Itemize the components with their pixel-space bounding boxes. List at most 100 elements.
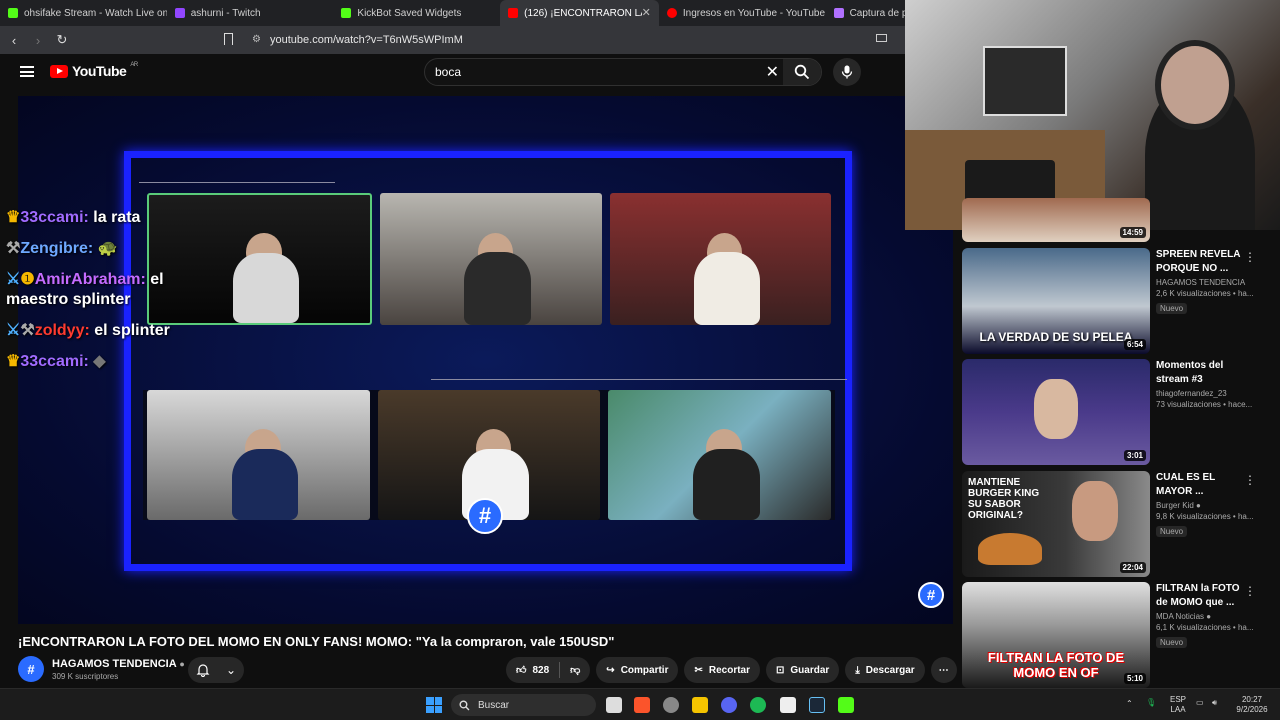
capcut-icon[interactable]	[780, 697, 796, 713]
taskbar-search[interactable]: Buscar	[451, 694, 596, 716]
pickaxe-icon: ⚒	[6, 239, 21, 257]
badge-icon: ❶	[20, 270, 35, 288]
steam-icon[interactable]	[809, 697, 825, 713]
chat-message: ⚒Zengibre: 🐢	[6, 239, 216, 260]
clock[interactable]: 20:27 9/2/2026	[1232, 695, 1272, 714]
brave-icon[interactable]	[634, 697, 650, 713]
tab-label: ohsifake Stream - Watch Live on	[24, 7, 167, 19]
video-frame-border: #	[124, 151, 852, 571]
channel-name[interactable]: thiagofernandez_23	[1156, 389, 1252, 398]
video-title[interactable]: CUAL ES EL MAYOR ...	[1156, 471, 1252, 498]
close-tab-icon[interactable]: ✕	[642, 6, 651, 19]
person	[464, 252, 531, 325]
voice-search-button[interactable]	[833, 58, 861, 86]
related-video[interactable]: FILTRAN LA FOTO DE MOMO EN OF 5:10 FILTR…	[962, 582, 1280, 690]
channel-name[interactable]: HAGAMOS TENDENCIA ●	[52, 658, 185, 670]
channel-name[interactable]: MDA Noticias ●	[1156, 612, 1252, 621]
youtube-logo[interactable]: YouTube AR	[50, 62, 138, 79]
clip-label: Recortar	[708, 664, 751, 676]
channel-name[interactable]: Burger Kid ●	[1156, 501, 1252, 510]
cast-icon[interactable]	[876, 34, 887, 42]
tab-youtube-video[interactable]: (126) ¡ENCONTRARON LA FO✕	[500, 0, 659, 26]
scissors-icon: ✂	[694, 664, 703, 676]
tray-expand-icon[interactable]: ⌃	[1126, 699, 1133, 709]
video-title[interactable]: FILTRAN la FOTO de MOMO que ...	[1156, 582, 1252, 609]
discord-icon[interactable]	[721, 697, 737, 713]
back-icon[interactable]: ‹	[4, 33, 24, 48]
streamer-cam	[608, 390, 832, 520]
obs-icon[interactable]	[663, 697, 679, 713]
forward-icon[interactable]: ›	[28, 33, 48, 48]
video-thumbnail[interactable]: FILTRAN LA FOTO DE MOMO EN OF 5:10	[962, 582, 1150, 688]
url-field[interactable]: ⚙ youtube.com/watch?v=T6nW5sWPImM	[244, 30, 884, 50]
search-input[interactable]: boca ✕	[424, 58, 822, 86]
kick-icon[interactable]	[838, 697, 854, 713]
kickbot-icon	[341, 8, 352, 18]
webcam-overlay	[905, 0, 1280, 230]
more-icon: ⋯	[938, 664, 949, 676]
language-indicator[interactable]: ESP LAA	[1170, 695, 1186, 714]
task-view-icon[interactable]	[606, 697, 622, 713]
video-title[interactable]: SPREEN REVELA PORQUE NO ...	[1156, 248, 1252, 275]
logo-text: YouTube	[72, 63, 127, 79]
microphone-icon[interactable]: 🎙︎	[1146, 698, 1156, 708]
video-thumbnail[interactable]: LA VERDAD DE SU PELEA 6:54	[962, 248, 1150, 354]
notification-bell-button[interactable]: ⌄	[188, 657, 244, 683]
spotify-icon[interactable]	[750, 697, 766, 713]
download-button[interactable]: ⤓ Descargar	[845, 657, 925, 683]
channel-avatar[interactable]: #	[18, 656, 44, 682]
tab-kickbot[interactable]: KickBot Saved Widgets	[333, 0, 500, 26]
more-options-icon[interactable]: ⋮	[1244, 473, 1256, 487]
more-actions-button[interactable]: ⋯	[930, 657, 957, 683]
verified-icon: ●	[179, 658, 185, 669]
channel-branding-icon[interactable]: #	[918, 582, 944, 608]
network-icon[interactable]: ▭	[1196, 698, 1204, 708]
video-title[interactable]: Momentos del stream #3	[1156, 359, 1252, 386]
thumbs-up-icon: 👍︎	[516, 665, 527, 676]
video-thumbnail[interactable]: 3:01	[962, 359, 1150, 465]
streamer-cam	[147, 390, 370, 520]
windows-start-icon[interactable]	[426, 697, 442, 713]
related-video[interactable]: 3:01 Momentos del stream #3 thiagofernan…	[962, 359, 1280, 467]
bookmark-icon[interactable]	[224, 33, 233, 45]
chat-message: ♛33ccami: ◆	[6, 352, 216, 373]
tab-label: Ingresos en YouTube - YouTube Stud	[682, 7, 826, 19]
clear-search-icon[interactable]: ✕	[766, 62, 779, 82]
like-button[interactable]: 👍︎ 828 👎︎	[506, 657, 591, 683]
clip-button[interactable]: ✂ Recortar	[684, 657, 761, 683]
new-badge: Nuevo	[1156, 526, 1188, 537]
video-thumbnail[interactable]: 14:59	[962, 198, 1150, 242]
menu-icon[interactable]	[20, 66, 34, 77]
related-video[interactable]: MANTIENE BURGER KING SU SABOR ORIGINAL? …	[962, 471, 1280, 579]
search-button[interactable]	[783, 59, 821, 85]
duration-badge: 14:59	[1119, 227, 1146, 238]
more-options-icon[interactable]: ⋮	[1244, 584, 1256, 598]
chat-username: 33ccami:	[20, 352, 89, 370]
share-button[interactable]: ↪ Compartir	[596, 657, 679, 683]
more-options-icon[interactable]: ⋮	[1244, 250, 1256, 264]
divider	[559, 662, 561, 678]
verified-icon: ●	[1196, 501, 1201, 510]
file-explorer-icon[interactable]	[692, 697, 708, 713]
save-button[interactable]: ⊡ Guardar	[766, 657, 840, 683]
thumbs-down-icon[interactable]: 👎︎	[570, 664, 580, 676]
view-count: 2,6 K visualizaciones • ha...	[1156, 289, 1254, 298]
video-thumbnail[interactable]: MANTIENE BURGER KING SU SABOR ORIGINAL? …	[962, 471, 1150, 577]
tab-youtube-studio[interactable]: Ingresos en YouTube - YouTube Stud	[659, 0, 826, 26]
video-meta: SPREEN REVELA PORQUE NO ... HAGAMOS TEND…	[1156, 248, 1254, 316]
poster	[983, 46, 1067, 116]
tab-label: (126) ¡ENCONTRARON LA FO	[524, 7, 642, 19]
tab-captura[interactable]: Captura de pant	[826, 0, 905, 26]
chat-username: zoldyy:	[34, 322, 90, 340]
tab-kick-ohsifake[interactable]: ohsifake Stream - Watch Live on	[0, 0, 167, 26]
related-video[interactable]: 14:59	[962, 198, 1280, 242]
tab-twitch-ashurni[interactable]: ashurni - Twitch	[167, 0, 334, 26]
download-label: Descargar	[865, 664, 915, 676]
volume-icon[interactable]: 🔊︎	[1212, 698, 1217, 708]
related-video[interactable]: LA VERDAD DE SU PELEA 6:54 SPREEN REVELA…	[962, 248, 1280, 356]
reload-icon[interactable]: ↻	[52, 32, 72, 48]
site-info-icon[interactable]: ⚙	[252, 34, 261, 45]
thumbnail-caption: FILTRAN LA FOTO DE MOMO EN OF	[987, 650, 1125, 680]
channel-name[interactable]: HAGAMOS TENDENCIA	[1156, 278, 1252, 287]
streamer-cam	[609, 193, 831, 325]
